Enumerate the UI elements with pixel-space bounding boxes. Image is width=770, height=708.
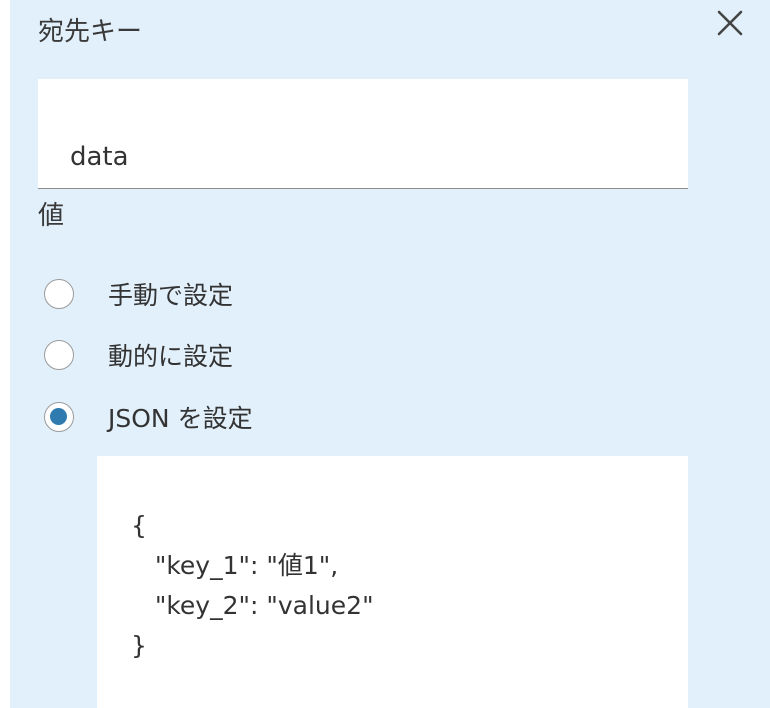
radio-label-json: JSON を設定 bbox=[108, 404, 253, 433]
destination-key-input[interactable] bbox=[70, 137, 650, 177]
destination-key-field[interactable] bbox=[38, 79, 688, 189]
radio-label-dynamic: 動的に設定 bbox=[108, 342, 234, 371]
json-editor-content[interactable]: { "key_1": "値1", "key_2": "value2" } bbox=[131, 506, 374, 666]
json-editor[interactable]: { "key_1": "値1", "key_2": "value2" } bbox=[97, 456, 688, 708]
dialog-panel: 宛先キー 値 手動で設定 動的に設定 JSON を設定 { "key_1": "… bbox=[10, 0, 770, 708]
close-icon bbox=[717, 10, 743, 36]
radio-option-dynamic[interactable]: 動的に設定 bbox=[44, 337, 233, 373]
radio-label-manual: 手動で設定 bbox=[108, 281, 234, 310]
radio-button-manual[interactable] bbox=[44, 279, 74, 309]
radio-button-json[interactable] bbox=[44, 402, 74, 432]
close-button[interactable] bbox=[710, 6, 750, 42]
radio-option-manual[interactable]: 手動で設定 bbox=[44, 276, 233, 312]
value-label: 値 bbox=[38, 201, 65, 231]
dialog-title: 宛先キー bbox=[38, 17, 143, 47]
radio-option-json[interactable]: JSON を設定 bbox=[44, 399, 253, 435]
radio-button-dynamic[interactable] bbox=[44, 340, 74, 370]
